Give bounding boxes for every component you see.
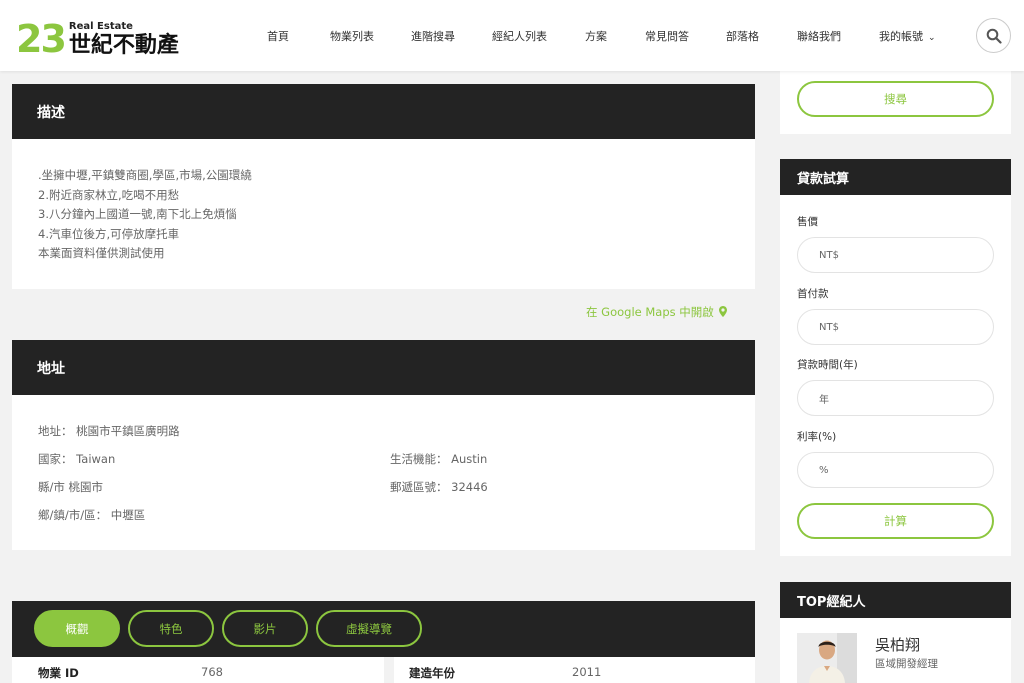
address-panel: 地址： 桃園市平鎮區廣明路 國家： Taiwan 縣/市 桃園市 鄉/鎮/市/區… [12,395,755,550]
nav-advanced-search[interactable]: 進階搜尋 [411,28,455,44]
address-value: 桃園市平鎮區廣明路 [76,424,180,438]
search-icon [986,28,1002,44]
description-text: .坐擁中壢,平鎮雙商圈,學區,市場,公園環繞 2.附近商家林立,吃喝不用愁 3.… [38,166,252,264]
map-pin-icon [719,306,728,317]
loan-calculator-header: 貸款試算 [780,159,1011,195]
district-row: 鄉/鎮/市/區： 中壢區 [38,507,145,523]
nav-agents[interactable]: 經紀人列表 [492,28,547,44]
nav-faq[interactable]: 常見問答 [645,28,689,44]
property-tabs: 概觀 特色 影片 虛擬導覽 [12,601,755,657]
logo-chinese: 世紀不動產 [68,32,179,58]
zip-value: 32446 [451,480,488,494]
tab-overview[interactable]: 概觀 [34,610,120,647]
tab-features[interactable]: 特色 [128,610,214,647]
logo-number: 23 [16,17,67,61]
agent-photo [797,633,857,683]
down-payment-label: 首付款 [797,288,829,300]
top-agents-title: TOP經紀人 [797,594,866,610]
country-value: Taiwan [76,452,116,466]
life-label: 生活機能： [390,452,448,466]
description-line: .坐擁中壢,平鎮雙商圈,學區,市場,公園環繞 [38,168,252,182]
county-row: 縣/市 桃園市 [38,479,103,495]
district-label: 鄉/鎮/市/區： [38,508,108,522]
calculate-button[interactable]: 計算 [797,503,994,539]
search-button[interactable] [976,18,1011,53]
agent-title: 區域開發經理 [875,658,938,670]
description-title: 描述 [37,104,65,121]
site-logo[interactable]: 23 Real Estate 世紀不動產 [16,14,179,58]
description-header: 描述 [12,84,755,139]
price-label: 售價 [797,216,818,228]
interest-rate-input[interactable]: % [797,452,994,488]
google-maps-link[interactable]: 在 Google Maps 中開啟 [586,304,728,320]
country-row: 國家： Taiwan [38,451,115,467]
description-panel: .坐擁中壢,平鎮雙商圈,學區,市場,公園環繞 2.附近商家林立,吃喝不用愁 3.… [12,139,755,289]
description-line: 本業面資料僅供測試使用 [38,246,165,261]
district-value: 中壢區 [110,508,146,522]
sidebar-search-button[interactable]: 搜尋 [797,81,994,117]
zip-row: 郵遞區號： 32446 [390,479,488,495]
property-id-value: 768 [201,665,223,679]
description-line: 2.附近商家林立,吃喝不用愁 [38,187,180,202]
loan-calculator-panel: 售價 NT$ 首付款 NT$ 貸款時間(年) 年 利率(%) % 計算 [780,195,1011,556]
nav-plans[interactable]: 方案 [585,28,607,44]
down-payment-input[interactable]: NT$ [797,309,994,345]
county-value: 桃園市 [68,480,104,494]
nav-my-account[interactable]: 我的帳號 ⌄ [879,28,936,44]
logo-english: Real Estate [68,21,133,32]
agent-name[interactable]: 吳柏翔 [875,634,920,655]
build-year-label: 建造年份 [409,666,455,680]
overview-divider [384,657,394,683]
description-line: 3.八分鐘內上國道一號,南下北上免煩惱 [38,207,237,222]
loan-term-input[interactable]: 年 [797,380,994,416]
address-title: 地址 [37,360,65,377]
description-line: 4.汽車位後方,可停放摩托車 [38,226,180,241]
nav-contact[interactable]: 聯絡我們 [797,28,841,44]
country-label: 國家： [38,452,73,466]
nav-home[interactable]: 首頁 [267,28,289,44]
overview-row: 物業 ID 768 建造年份 2011 [12,657,755,683]
interest-rate-label: 利率(%) [797,431,837,443]
address-header: 地址 [12,340,755,395]
top-agents-header: TOP經紀人 [780,582,1011,618]
loan-calculator-title: 貸款試算 [797,171,850,187]
tab-video[interactable]: 影片 [222,610,308,647]
google-maps-link-label: 在 Google Maps 中開啟 [586,305,714,319]
county-label: 縣/市 [38,480,65,494]
address-row: 地址： 桃園市平鎮區廣明路 [38,423,180,439]
build-year-value: 2011 [572,665,602,679]
price-input[interactable]: NT$ [797,237,994,273]
nav-listings[interactable]: 物業列表 [330,28,374,44]
chevron-down-icon: ⌄ [928,32,936,43]
nav-my-account-label: 我的帳號 [879,29,923,43]
main-nav: 首頁 物業列表 進階搜尋 經紀人列表 方案 常見問答 部落格 聯絡我們 我的帳號… [246,0,936,71]
nav-blog[interactable]: 部落格 [726,28,759,44]
site-header: 23 Real Estate 世紀不動產 首頁 物業列表 進階搜尋 經紀人列表 … [0,0,1024,71]
sidebar-search-panel: 搜尋 [780,71,1011,134]
tab-virtual-tour[interactable]: 虛擬導覽 [316,610,422,647]
top-agents-panel: 吳柏翔 區域開發經理 [780,618,1011,683]
agent-avatar[interactable] [797,633,857,683]
property-id-label: 物業 ID [38,666,79,680]
address-label: 地址： [38,424,73,438]
loan-term-label: 貸款時間(年) [797,359,858,371]
life-value: Austin [451,452,488,466]
life-row: 生活機能： Austin [390,451,487,467]
zip-label: 郵遞區號： [390,480,448,494]
